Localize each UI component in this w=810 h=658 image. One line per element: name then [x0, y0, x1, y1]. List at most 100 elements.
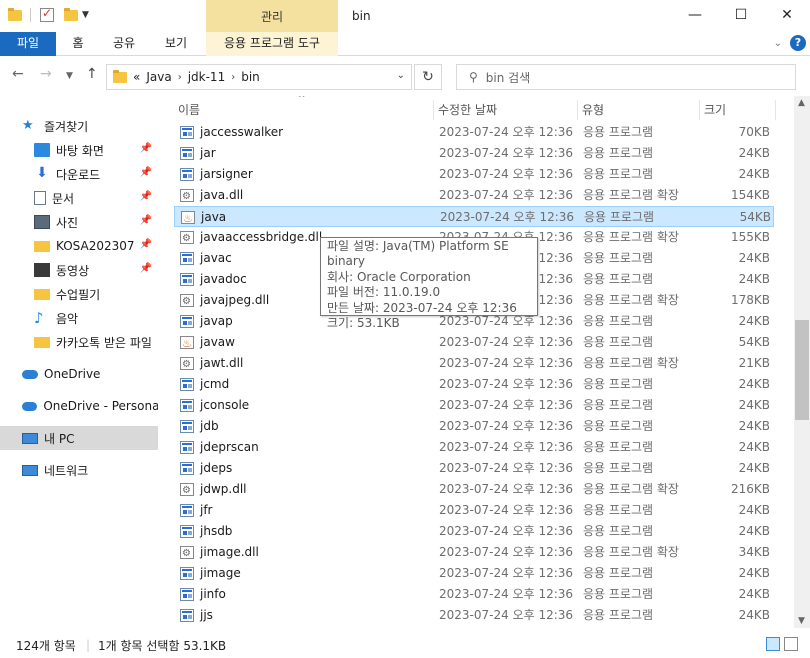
file-type: 응용 프로그램	[583, 587, 654, 601]
customize-toolbar-icon[interactable]: ▼	[82, 10, 89, 20]
back-icon[interactable]: ←	[12, 66, 24, 82]
sidebar-item[interactable]: OneDrive - Personal	[0, 394, 158, 418]
chevron-right-icon[interactable]: ›	[231, 72, 235, 83]
file-date: 2023-07-24 오후 12:36	[439, 188, 574, 202]
sidebar-item-label: 동영상	[56, 263, 90, 278]
table-row[interactable]: jdwp.dll 2023-07-24 오후 12:36 응용 프로그램 확장 216…	[174, 479, 774, 501]
close-button[interactable]: ✕	[764, 0, 810, 32]
table-row[interactable]: jjs 2023-07-24 오후 12:36 응용 프로그램 24KB	[174, 605, 774, 626]
sidebar-item-label: 바탕 화면	[56, 143, 104, 158]
sidebar-item[interactable]: 내 PC	[0, 426, 158, 450]
file-type: 응용 프로그램	[583, 251, 654, 265]
expand-ribbon-icon[interactable]: ⌄	[774, 38, 782, 49]
tab-home[interactable]: 홈	[60, 32, 96, 56]
sidebar-item[interactable]: 사진 📌	[0, 210, 158, 234]
sidebar-item[interactable]: ⬇ 다운로드 📌	[0, 162, 158, 186]
sidebar-item[interactable]: OneDrive	[0, 362, 158, 386]
table-row[interactable]: jinfo 2023-07-24 오후 12:36 응용 프로그램 24KB	[174, 584, 774, 605]
table-row[interactable]: jar 2023-07-24 오후 12:36 응용 프로그램 24KB	[174, 143, 774, 164]
context-tab-manage[interactable]: 관리	[206, 0, 338, 32]
file-size: 24KB	[738, 398, 770, 412]
sidebar-item[interactable]: ★ 즐겨찾기	[0, 114, 158, 138]
pin-icon[interactable]: 📌	[140, 167, 152, 178]
sidebar-item[interactable]: 네트워크	[0, 458, 158, 482]
maximize-button[interactable]: ☐	[718, 0, 764, 32]
minimize-button[interactable]: —	[672, 0, 718, 32]
scroll-up-icon[interactable]: ▲	[798, 98, 805, 108]
file-size: 34KB	[738, 545, 770, 559]
file-type: 응용 프로그램	[583, 377, 654, 391]
table-row[interactable]: jimage.dll 2023-07-24 오후 12:36 응용 프로그램 확장 3…	[174, 542, 774, 564]
column-size[interactable]: 크기	[700, 100, 776, 120]
tab-application-tools[interactable]: 응용 프로그램 도구	[206, 32, 338, 56]
folder-icon[interactable]	[8, 7, 22, 21]
pin-icon[interactable]: 📌	[140, 263, 152, 274]
scrollbar-thumb[interactable]	[795, 320, 809, 420]
table-row[interactable]: jdeprscan 2023-07-24 오후 12:36 응용 프로그램 24KB	[174, 437, 774, 458]
chevron-right-icon[interactable]: ›	[178, 72, 182, 83]
sidebar-item[interactable]: 문서 📌	[0, 186, 158, 210]
application-icon	[180, 462, 194, 475]
table-row[interactable]: jhsdb 2023-07-24 오후 12:36 응용 프로그램 24KB	[174, 521, 774, 542]
file-name: javadoc	[200, 272, 247, 286]
details-view-icon[interactable]	[766, 637, 780, 651]
file-type: 응용 프로그램 확장	[583, 356, 679, 370]
breadcrumb-jdk[interactable]: jdk-11	[188, 70, 226, 84]
column-name[interactable]: 이름	[174, 100, 434, 120]
tab-share[interactable]: 공유	[104, 32, 144, 56]
tab-view[interactable]: 보기	[156, 32, 196, 56]
sidebar-item[interactable]: 수업필기	[0, 282, 158, 306]
file-size: 24KB	[738, 587, 770, 601]
java-app-icon	[181, 208, 195, 229]
pin-icon[interactable]: 📌	[140, 239, 152, 250]
recent-locations-icon[interactable]: ▼	[66, 71, 73, 81]
pin-icon[interactable]: 📌	[140, 215, 152, 226]
vertical-scrollbar[interactable]: ▲ ▼	[794, 96, 810, 628]
table-row[interactable]: java 2023-07-24 오후 12:36 응용 프로그램 54KB	[174, 206, 774, 229]
table-row[interactable]: jfr 2023-07-24 오후 12:36 응용 프로그램 24KB	[174, 500, 774, 521]
column-date[interactable]: 수정한 날짜	[434, 100, 578, 120]
tab-file[interactable]: 파일	[0, 32, 56, 56]
sidebar-item[interactable]: ♪ 음악	[0, 306, 158, 330]
search-box[interactable]: ⚲ bin 검색	[456, 64, 796, 90]
sidebar-item[interactable]: KOSA202307 📌	[0, 234, 158, 258]
table-row[interactable]: jdeps 2023-07-24 오후 12:36 응용 프로그램 24KB	[174, 458, 774, 479]
file-type: 응용 프로그램	[583, 125, 654, 139]
file-name: jimage.dll	[200, 545, 259, 559]
table-row[interactable]: jconsole 2023-07-24 오후 12:36 응용 프로그램 24KB	[174, 395, 774, 416]
table-row[interactable]: jimage 2023-07-24 오후 12:36 응용 프로그램 24KB	[174, 563, 774, 584]
new-folder-icon[interactable]	[64, 7, 78, 21]
table-row[interactable]: jarsigner 2023-07-24 오후 12:36 응용 프로그램 24KB	[174, 164, 774, 185]
scroll-down-icon[interactable]: ▼	[798, 616, 805, 626]
file-type: 응용 프로그램	[583, 440, 654, 454]
sidebar-item[interactable]: 바탕 화면 📌	[0, 138, 158, 162]
table-row[interactable]: javaw 2023-07-24 오후 12:36 응용 프로그램 54KB	[174, 332, 774, 354]
refresh-button[interactable]: ↻	[414, 64, 442, 90]
breadcrumb-java[interactable]: Java	[146, 70, 171, 84]
breadcrumb-overflow[interactable]: «	[133, 70, 140, 84]
file-size: 24KB	[738, 167, 770, 181]
properties-icon[interactable]	[40, 6, 54, 22]
table-row[interactable]: jaccesswalker 2023-07-24 오후 12:36 응용 프로그램 7…	[174, 122, 774, 143]
table-row[interactable]: jawt.dll 2023-07-24 오후 12:36 응용 프로그램 확장 21K…	[174, 353, 774, 375]
help-icon[interactable]: ?	[790, 35, 806, 51]
tooltip-size: 크기: 53.1KB	[327, 316, 400, 331]
up-icon[interactable]: ↑	[86, 66, 98, 82]
sidebar-item[interactable]: 카카오톡 받은 파일	[0, 330, 158, 354]
table-row[interactable]: java.dll 2023-07-24 오후 12:36 응용 프로그램 확장 154…	[174, 185, 774, 207]
chevron-down-icon[interactable]: ⌄	[397, 70, 405, 81]
address-bar[interactable]: « Java › jdk-11 › bin ⌄	[106, 64, 412, 90]
pin-icon[interactable]: 📌	[140, 191, 152, 202]
table-row[interactable]: jdb 2023-07-24 오후 12:36 응용 프로그램 24KB	[174, 416, 774, 437]
dll-file-icon	[180, 480, 194, 501]
forward-icon[interactable]: →	[40, 66, 52, 82]
table-row[interactable]: jcmd 2023-07-24 오후 12:36 응용 프로그램 24KB	[174, 374, 774, 395]
sidebar-item[interactable]: 동영상 📌	[0, 258, 158, 282]
large-icons-view-icon[interactable]	[784, 637, 798, 651]
selection-info: 1개 항목 선택함 53.1KB	[98, 638, 227, 653]
search-input[interactable]: bin 검색	[486, 69, 530, 86]
pin-icon[interactable]: 📌	[140, 143, 152, 154]
file-date: 2023-07-24 오후 12:36	[439, 335, 574, 349]
breadcrumb-bin[interactable]: bin	[241, 70, 260, 84]
column-type[interactable]: 유형	[578, 100, 700, 120]
